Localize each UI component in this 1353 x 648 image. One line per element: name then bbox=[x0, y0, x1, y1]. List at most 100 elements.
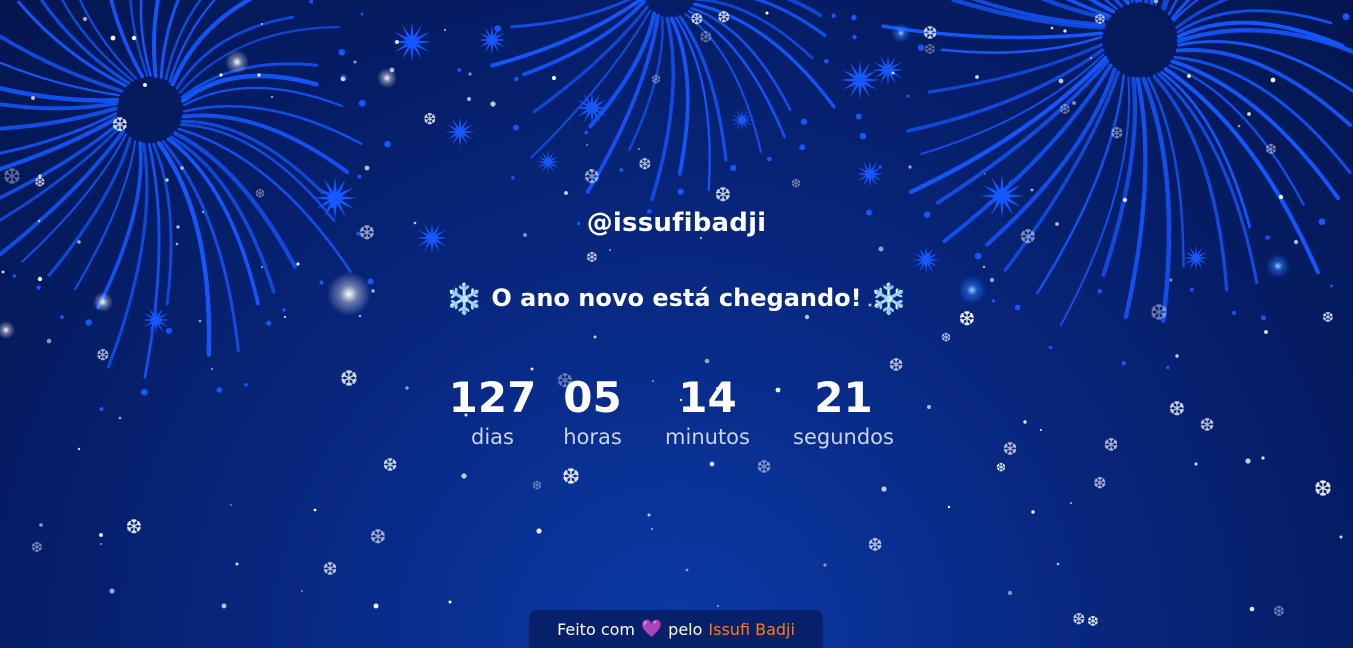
snowflake: ❆ bbox=[31, 540, 43, 556]
headline: ❄️ O ano novo está chegando! ❄️ bbox=[0, 282, 1353, 317]
snow-dot bbox=[221, 603, 227, 609]
snow-dot bbox=[77, 240, 81, 244]
snow-dot bbox=[593, 335, 597, 339]
snow-dot bbox=[1264, 330, 1268, 334]
snowflake: ❆ bbox=[1265, 142, 1277, 158]
snow-dot bbox=[340, 76, 346, 82]
snowflake: ❆ bbox=[1059, 102, 1071, 118]
snow-dot bbox=[296, 262, 300, 266]
snow-dot bbox=[1261, 456, 1265, 460]
snow-dot bbox=[37, 276, 43, 282]
hours-value: 05 bbox=[563, 373, 622, 422]
snow-dot bbox=[38, 174, 42, 178]
starburst bbox=[840, 60, 880, 100]
snowflake: ❆ bbox=[922, 23, 937, 44]
snowflake: ❆ bbox=[584, 165, 601, 189]
snowflake: ❆ bbox=[3, 165, 21, 190]
sparkle bbox=[891, 23, 911, 43]
snow-dot bbox=[490, 101, 496, 107]
snow-dot bbox=[647, 513, 651, 517]
firework-bursts bbox=[0, 0, 1353, 412]
snow-dot bbox=[1030, 188, 1034, 192]
snow-dot bbox=[395, 40, 399, 44]
countdown-days: 127 dias bbox=[449, 372, 537, 450]
countdown: 127 dias 05 horas 14 minutos 21 segundos bbox=[0, 372, 1353, 450]
starburst bbox=[912, 246, 940, 274]
snow-dot bbox=[210, 367, 214, 371]
snow-dot bbox=[586, 144, 588, 146]
snow-dot bbox=[1069, 501, 1073, 505]
headline-text: O ano novo está chegando! bbox=[491, 284, 862, 312]
snowflake: ❆ bbox=[255, 187, 265, 201]
seconds-value: 21 bbox=[814, 373, 873, 422]
snowflake: ❆ bbox=[1110, 124, 1123, 143]
snow-dot bbox=[704, 358, 710, 364]
snow-dot bbox=[982, 265, 986, 269]
snow-dot bbox=[1031, 510, 1035, 514]
snowflake: ❆ bbox=[756, 457, 771, 478]
snowflake: ❆ bbox=[322, 559, 337, 580]
username-title: @issufibadji bbox=[586, 208, 767, 238]
snowflake: ❆ bbox=[690, 10, 703, 29]
starburst bbox=[1183, 245, 1209, 271]
snow-dot bbox=[1278, 194, 1284, 200]
countdown-hours: 05 horas bbox=[561, 372, 625, 450]
starburst bbox=[477, 25, 507, 55]
snow-dot bbox=[301, 590, 303, 592]
snow-dot bbox=[551, 75, 557, 81]
snow-dot bbox=[765, 11, 769, 15]
snow-dot bbox=[1293, 239, 1299, 245]
snow-dot bbox=[99, 533, 103, 537]
snow-dot bbox=[353, 60, 357, 64]
snow-dot bbox=[536, 528, 542, 534]
countdown-seconds: 21 segundos bbox=[789, 372, 899, 450]
snowflake-icon: ❄️ bbox=[445, 282, 484, 317]
sparkle bbox=[377, 68, 397, 88]
snowflake-icon: ❄️ bbox=[869, 282, 908, 317]
minutes-value: 14 bbox=[678, 373, 737, 422]
snow-dot bbox=[261, 266, 263, 268]
snow-dot bbox=[891, 71, 895, 75]
snowflake: ❆ bbox=[562, 465, 580, 490]
minutes-label: minutos bbox=[665, 425, 750, 449]
snowflake: ❆ bbox=[1072, 610, 1085, 629]
footer-prefix: Feito com bbox=[557, 619, 635, 639]
countdown-minutes: 14 minutos bbox=[663, 372, 753, 450]
starburst bbox=[872, 54, 904, 86]
fireworks-background: ❆❆ ❆❆❆❆❆❆ ❆❆❆ ❆❆❆❆❆❆ ❆❆❆❆❆❆❆❆❆❆❆❆❆❆❆❆❆❆❆❆ ❆❆ ❆… bbox=[0, 0, 1353, 644]
snow-dot bbox=[109, 588, 115, 594]
snowflake: ❆ bbox=[715, 183, 732, 207]
snow-dot bbox=[100, 543, 102, 545]
snow-dot bbox=[908, 165, 912, 169]
snow-dot bbox=[878, 246, 884, 252]
snowflake: ❆ bbox=[1273, 604, 1285, 620]
snow-dot bbox=[461, 473, 467, 479]
snowflake: ❆ bbox=[586, 250, 598, 266]
sparkle bbox=[225, 50, 249, 74]
snowflake: ❆ bbox=[638, 155, 651, 174]
snow-dot bbox=[1237, 124, 1241, 128]
snow-dot bbox=[638, 148, 640, 150]
snow-dot bbox=[313, 508, 317, 512]
snow-dot bbox=[364, 165, 370, 171]
heart-icon: 💜 bbox=[641, 619, 663, 639]
snow-dot bbox=[1339, 535, 1343, 539]
starburst bbox=[536, 150, 560, 174]
snow-dot bbox=[31, 96, 35, 100]
snow-dot bbox=[444, 29, 446, 31]
snow-dot bbox=[235, 562, 239, 566]
snow-dot bbox=[261, 23, 263, 25]
snow-dot bbox=[1063, 29, 1067, 33]
hours-label: horas bbox=[563, 425, 622, 449]
author-link[interactable]: Issufi Badji bbox=[708, 620, 795, 639]
snow-dot bbox=[975, 75, 979, 79]
snow-dot bbox=[1187, 74, 1191, 78]
snow-dot bbox=[609, 249, 611, 251]
snow-dot bbox=[46, 338, 52, 344]
snowflake: ❆ bbox=[941, 331, 951, 345]
snowflake: ❆ bbox=[867, 535, 882, 556]
snowflake: ❆ bbox=[1087, 614, 1099, 630]
snow-dot bbox=[175, 242, 179, 246]
snow-dot bbox=[564, 191, 568, 195]
snow-dot bbox=[1007, 590, 1013, 596]
